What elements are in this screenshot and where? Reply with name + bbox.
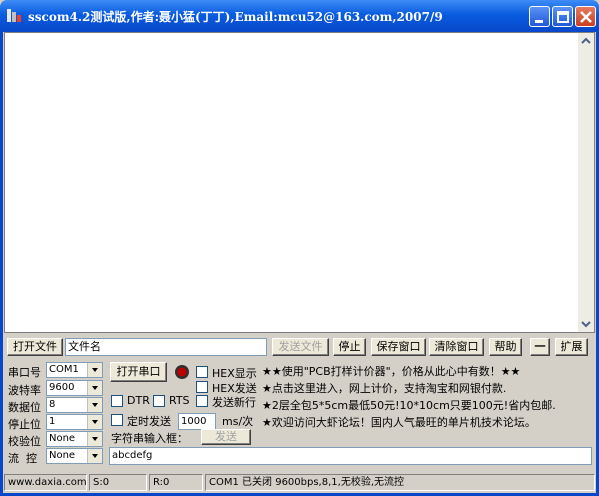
help-button[interactable]: 帮助 — [489, 338, 522, 356]
minimize-button[interactable] — [529, 6, 550, 27]
app-icon — [6, 7, 23, 24]
flow-label: 流 控 — [8, 452, 37, 465]
receive-textarea[interactable] — [4, 32, 595, 333]
status-received: R:0 — [149, 474, 203, 491]
vertical-scrollbar[interactable] — [578, 33, 594, 332]
expand-button[interactable]: 扩展 — [555, 338, 588, 356]
rts-label: RTS — [169, 394, 190, 407]
chevron-down-icon — [87, 449, 102, 463]
send-text-input[interactable]: abcdefg — [109, 447, 592, 465]
window-title: sscom4.2测试版,作者:聂小猛(丁丁),Email:mcu52@163.c… — [28, 10, 443, 24]
hex-send-checkbox[interactable] — [196, 381, 208, 393]
chevron-down-icon — [87, 363, 102, 377]
send-file-button[interactable]: 发送文件 — [272, 338, 329, 356]
stop-button[interactable]: 停止 — [333, 338, 366, 356]
chevron-down-icon — [87, 432, 102, 446]
open-port-button[interactable]: 打开串口 — [110, 362, 167, 382]
collapse-button[interactable]: 一 — [530, 338, 550, 356]
interval-input[interactable]: 1000 — [178, 413, 216, 430]
chevron-down-icon — [87, 398, 102, 412]
hex-display-checkbox[interactable] — [196, 366, 208, 378]
input-label: 字符串输入框： — [111, 432, 188, 445]
stopbits-value: 1 — [49, 416, 56, 427]
rts-checkbox[interactable] — [153, 395, 165, 407]
databits-value: 8 — [49, 399, 56, 410]
send-button[interactable]: 发送 — [201, 429, 251, 445]
filename-input[interactable]: 文件名 — [65, 338, 267, 356]
minimize-icon — [535, 20, 543, 23]
send-newline-checkbox[interactable] — [196, 395, 208, 407]
save-window-button[interactable]: 保存窗口 — [371, 338, 426, 356]
close-icon — [580, 11, 592, 23]
timed-send-checkbox[interactable] — [111, 414, 123, 426]
status-sent: S:0 — [89, 474, 147, 491]
port-value: COM1 — [49, 364, 79, 375]
send-newline-label: 发送新行 — [212, 396, 256, 409]
arrow-down-icon — [581, 321, 591, 328]
scroll-down-button[interactable] — [578, 316, 594, 332]
maximize-icon — [557, 11, 569, 23]
stopbits-select[interactable]: 1 — [46, 414, 103, 430]
baud-select[interactable]: 9600 — [46, 380, 103, 396]
port-label: 串口号 — [8, 366, 41, 379]
port-select[interactable]: COM1 — [46, 362, 103, 378]
arrow-up-icon — [581, 37, 591, 44]
chevron-down-icon — [87, 381, 102, 395]
status-site[interactable]: www.daxia.com — [4, 474, 87, 491]
baud-value: 9600 — [49, 382, 75, 393]
ad-line-4[interactable]: ★欢迎访问大虾论坛！国内人气最旺的单片机技术论坛。 — [262, 414, 536, 430]
scroll-up-button[interactable] — [578, 33, 594, 49]
maximize-button[interactable] — [552, 6, 573, 27]
chevron-down-icon — [87, 415, 102, 429]
ad-panel[interactable]: ★★使用"PCB打样计价器"，价格从此心中有数！★★ ★点击这里进入，网上计价，… — [258, 361, 593, 445]
databits-label: 数据位 — [8, 401, 41, 414]
databits-select[interactable]: 8 — [46, 397, 103, 413]
ad-line-1[interactable]: ★★使用"PCB打样计价器"，价格从此心中有数！★★ — [262, 363, 520, 379]
flow-select[interactable]: None — [46, 448, 103, 464]
stopbits-label: 停止位 — [8, 418, 41, 431]
baud-label: 波特率 — [8, 384, 41, 397]
close-button[interactable] — [575, 6, 596, 27]
flow-value: None — [49, 450, 76, 461]
parity-value: None — [49, 433, 76, 444]
status-bar: www.daxia.com S:0 R:0 COM1 已关闭 9600bps,8… — [4, 474, 595, 492]
ad-line-3[interactable]: ★2层全包5*5cm最低50元!10*10cm只要100元!省内包邮. — [262, 397, 556, 413]
interval-unit-label: ms/次 — [222, 415, 254, 428]
dtr-label: DTR — [127, 394, 150, 407]
timed-send-label: 定时发送 — [127, 415, 171, 428]
parity-label: 校验位 — [8, 435, 41, 448]
port-status-indicator — [174, 364, 190, 380]
ad-line-2[interactable]: ★点击这里进入，网上计价，支持淘宝和网银付款. — [262, 380, 506, 396]
hex-display-label: HEX显示 — [212, 367, 257, 380]
clear-window-button[interactable]: 清除窗口 — [429, 338, 484, 356]
led-indicator-icon — [175, 365, 189, 379]
status-port: COM1 已关闭 9600bps,8,1,无校验,无流控 — [205, 474, 595, 491]
parity-select[interactable]: None — [46, 431, 103, 447]
open-file-button[interactable]: 打开文件 — [7, 338, 63, 356]
dtr-checkbox[interactable] — [111, 395, 123, 407]
